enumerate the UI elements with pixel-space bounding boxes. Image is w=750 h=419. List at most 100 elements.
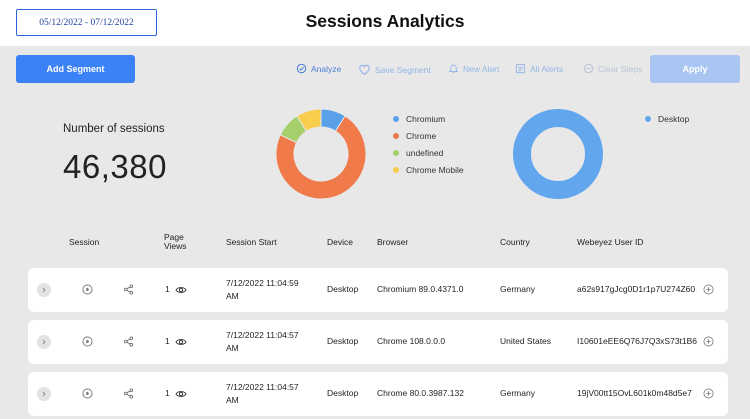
device-cell: Desktop	[327, 388, 359, 398]
play-session-button[interactable]	[82, 388, 93, 399]
plus-circle-icon	[703, 284, 714, 295]
legend-label: undefined	[406, 147, 444, 158]
legend-item-undefined[interactable]: undefined	[393, 144, 464, 161]
eye-icon[interactable]	[175, 338, 187, 346]
play-icon	[82, 388, 93, 399]
page-views-value: 1	[165, 284, 170, 294]
session-start-ampm: AM	[226, 343, 239, 353]
column-header-user-id: Webeyez User ID	[577, 237, 644, 247]
legend-swatch	[645, 115, 651, 122]
session-start-cell: 7/12/2022 11:04:59 AM	[226, 277, 299, 303]
browser-legend: Chromium Chrome undefined Chrome Mobile	[393, 110, 464, 178]
device-cell: Desktop	[327, 284, 359, 294]
legend-swatch	[393, 149, 399, 156]
browser-donut-chart	[275, 108, 367, 200]
add-user-button[interactable]	[703, 388, 714, 399]
share-session-button[interactable]	[123, 336, 134, 347]
browser-cell: Chrome 108.0.0.0	[377, 336, 446, 346]
legend-item-desktop[interactable]: Desktop	[645, 110, 689, 127]
device-legend: Desktop	[645, 110, 689, 127]
chevron-right-icon	[42, 287, 46, 293]
add-segment-button[interactable]: Add Segment	[16, 55, 135, 83]
page-views-cell: 1	[165, 387, 187, 400]
clear-steps-button[interactable]: Clear Steps	[583, 63, 642, 74]
legend-swatch	[393, 115, 399, 122]
table-row[interactable]: 1 7/12/2022 11:04:57 AM Desktop Chrome 80…	[28, 372, 728, 416]
add-user-button[interactable]	[703, 284, 714, 295]
eye-icon[interactable]	[175, 286, 187, 294]
column-header-browser: Browser	[377, 237, 409, 247]
plus-circle-icon	[703, 388, 714, 399]
column-header-page-views: Page Views	[164, 232, 187, 251]
session-start-date: 7/12/2022 11:04:57	[226, 330, 299, 340]
table-header: Session Page Views Session Start Device …	[0, 232, 750, 256]
eye-icon[interactable]	[175, 390, 187, 398]
clear-icon	[583, 63, 594, 74]
legend-label: Chrome	[406, 130, 437, 141]
analyze-label: Analyze	[311, 63, 342, 74]
play-session-button[interactable]	[82, 284, 93, 295]
expand-row-button[interactable]	[37, 335, 51, 349]
table-row[interactable]: 1 7/12/2022 11:04:59 AM Desktop Chromium …	[28, 268, 728, 312]
column-header-country: Country	[500, 237, 530, 247]
user-id-cell: a62s917gJcg0D1r1p7U274Z60	[577, 284, 696, 294]
session-start-ampm: AM	[226, 291, 239, 301]
page-title: Sessions Analytics	[305, 11, 465, 31]
save-segment-label: Save Segment	[375, 64, 431, 75]
user-id-cell: I10601eEE6Q76J7Q3xS73t1B6	[577, 336, 698, 346]
play-icon	[82, 284, 93, 295]
page-views-cell: 1	[165, 283, 187, 296]
share-icon	[123, 388, 134, 399]
save-segment-button[interactable]: Save Segment	[358, 63, 431, 76]
page-views-value: 1	[165, 336, 170, 346]
country-cell: Germany	[500, 388, 535, 398]
play-icon	[82, 336, 93, 347]
browser-cell: Chromium 89.0.4371.0	[377, 284, 464, 294]
heart-icon	[359, 64, 370, 76]
all-alerts-button[interactable]: All Alerts	[515, 63, 563, 74]
header-bar: 05/12/2022 - 07/12/2022 Sessions Analyti…	[0, 0, 750, 46]
donut-slice-desktop[interactable]	[513, 109, 603, 199]
device-cell: Desktop	[327, 336, 359, 346]
sessions-count-value: 46,380	[63, 148, 167, 185]
legend-label: Chromium	[406, 113, 446, 124]
chevron-right-icon	[42, 339, 46, 345]
all-alerts-label: All Alerts	[530, 63, 564, 74]
session-start-cell: 7/12/2022 11:04:57 AM	[226, 329, 299, 355]
session-start-ampm: AM	[226, 395, 239, 405]
legend-item-chrome-mobile[interactable]: Chrome Mobile	[393, 161, 464, 178]
legend-swatch	[393, 132, 399, 139]
bell-icon	[448, 64, 459, 73]
expand-row-button[interactable]	[37, 387, 51, 401]
column-header-session: Session	[69, 237, 100, 247]
legend-item-chromium[interactable]: Chromium	[393, 110, 464, 127]
add-user-button[interactable]	[703, 336, 714, 347]
page-views-cell: 1	[165, 335, 187, 348]
session-start-date: 7/12/2022 11:04:59	[226, 278, 299, 288]
new-alert-button[interactable]: New Alert	[448, 63, 499, 74]
play-session-button[interactable]	[82, 336, 93, 347]
user-id-cell: 19jV00tt15OvL601k0m48d5e7	[577, 388, 692, 398]
share-session-button[interactable]	[123, 284, 134, 295]
apply-button[interactable]: Apply	[650, 55, 740, 83]
table-row[interactable]: 1 7/12/2022 11:04:57 AM Desktop Chrome 10…	[28, 320, 728, 364]
legend-label: Desktop	[658, 113, 690, 124]
device-donut-chart	[513, 109, 603, 199]
expand-row-button[interactable]	[37, 283, 51, 297]
new-alert-label: New Alert	[463, 63, 500, 74]
share-session-button[interactable]	[123, 388, 134, 399]
legend-label: Chrome Mobile	[406, 164, 464, 175]
legend-swatch	[393, 166, 399, 173]
page-views-value: 1	[165, 388, 170, 398]
legend-item-chrome[interactable]: Chrome	[393, 127, 464, 144]
alerts-list-icon	[515, 63, 526, 74]
share-icon	[123, 336, 134, 347]
country-cell: United States	[500, 336, 552, 346]
plus-circle-icon	[703, 336, 714, 347]
clear-steps-label: Clear Steps	[598, 63, 643, 74]
analyze-button[interactable]: Analyze	[296, 63, 341, 74]
share-icon	[123, 284, 134, 295]
chevron-right-icon	[42, 391, 46, 397]
analyze-icon	[296, 63, 307, 74]
browser-cell: Chrome 80.0.3987.132	[377, 388, 464, 398]
